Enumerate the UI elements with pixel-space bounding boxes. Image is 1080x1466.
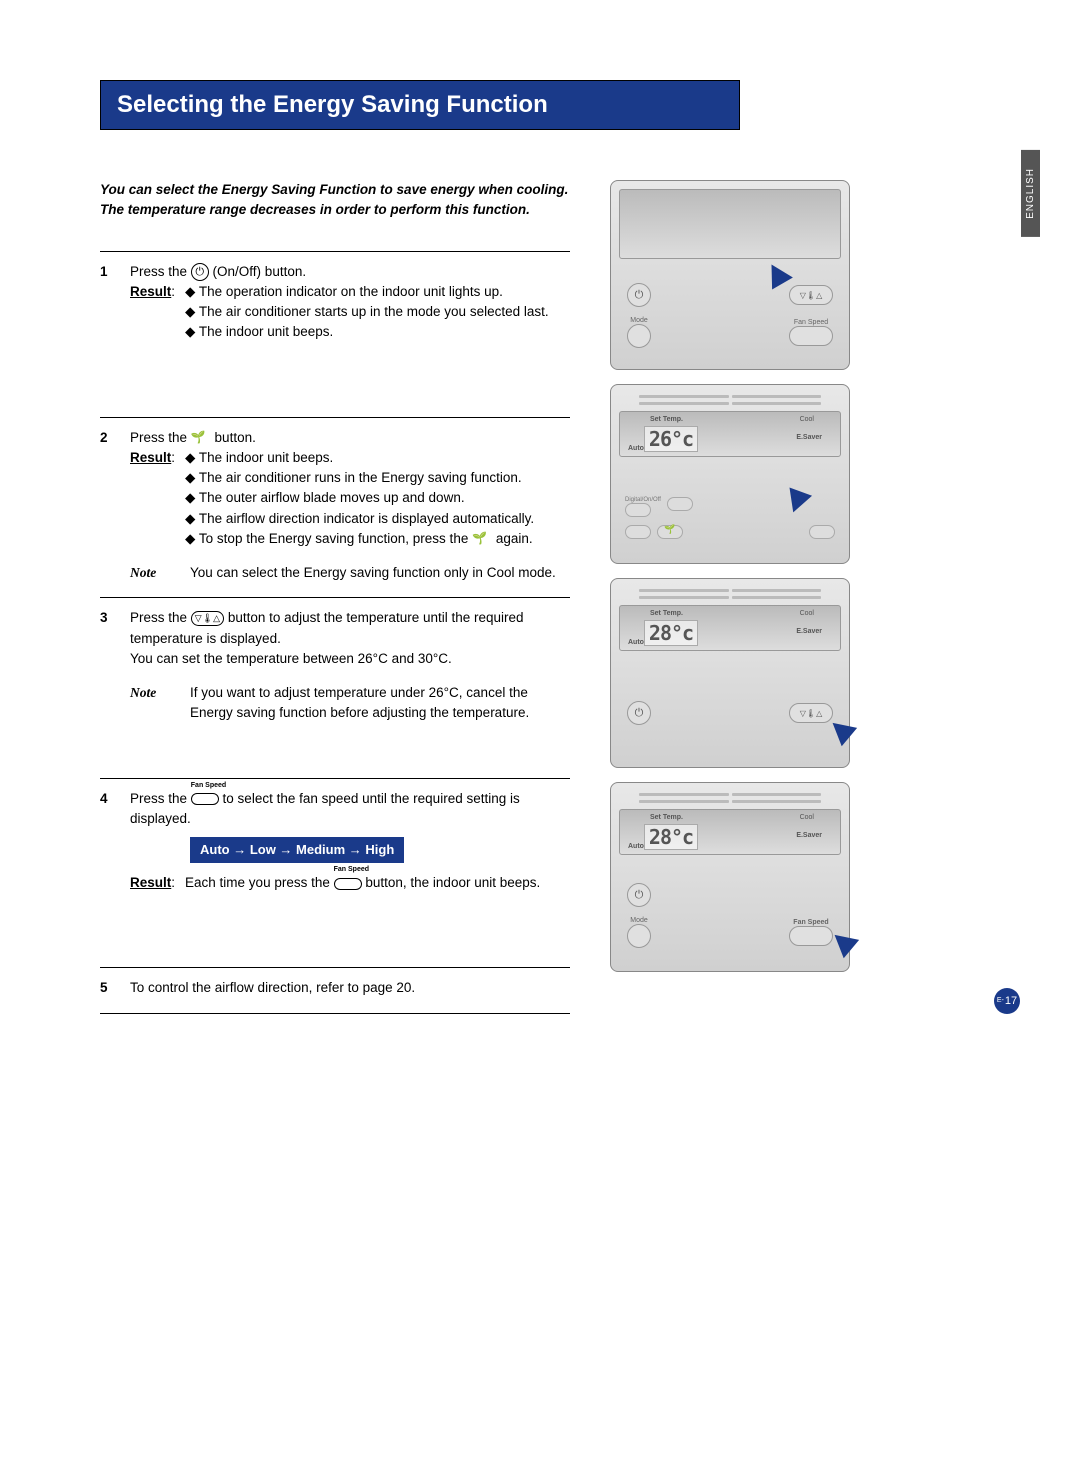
bullet: The airflow direction indicator is displ… <box>185 509 534 529</box>
fanspeed-label: Fan Speed <box>191 781 219 792</box>
fan-speed-sequence: Auto → Low → Medium → High <box>190 837 404 863</box>
step3-text-c: You can set the temperature between 26°C… <box>130 649 570 669</box>
fan-speed-icon <box>191 793 219 805</box>
mode-button-icon <box>627 924 651 948</box>
energy-saving-icon <box>191 431 211 445</box>
cool-label: Cool <box>800 610 814 617</box>
bullet: The indoor unit beeps. <box>185 448 534 468</box>
small-button-icon <box>625 525 651 539</box>
small-button-icon <box>625 503 651 517</box>
fanspeed-button-icon <box>789 326 833 346</box>
step3-text-a: Press the <box>130 610 191 625</box>
esaver-label: E.Saver <box>796 628 822 635</box>
energy-saving-button-icon: 🌱 <box>657 525 683 539</box>
fanspeed-label: Fan Speed <box>334 865 362 876</box>
intro-line2: The temperature range decreases in order… <box>100 202 530 217</box>
step2-text-a: Press the <box>130 430 191 445</box>
intro-line1: You can select the Energy Saving Functio… <box>100 182 568 197</box>
energy-saving-icon <box>472 532 492 546</box>
step-4: 4 Press the Fan Speed to select the fan … <box>100 778 570 968</box>
remote-illustration-3: Set Temp. Cool 28°c E.Saver Auto ⏻ ▽🌡△ <box>610 578 850 768</box>
step1-text-a: Press the <box>130 264 191 279</box>
step-1: 1 Press the (On/Off) button. Result: The… <box>100 251 570 417</box>
mode-label: Mode <box>630 917 648 924</box>
small-button-icon <box>667 497 693 511</box>
remote-illustration-1: ⏻ ▽🌡△ Mode Fan Speed <box>610 180 850 370</box>
bullet: The indoor unit beeps. <box>185 322 549 342</box>
step2-results: The indoor unit beeps. The air condition… <box>185 448 534 549</box>
step-2: 2 Press the button. Result: The indoor u… <box>100 417 570 598</box>
bullet: The operation indicator on the indoor un… <box>185 282 549 302</box>
intro-text: You can select the Energy Saving Functio… <box>100 180 570 221</box>
mode-label: Mode <box>630 317 648 324</box>
step-number: 4 <box>100 789 114 954</box>
small-button-icon <box>809 525 835 539</box>
set-temp-label: Set Temp. <box>650 416 683 423</box>
step4-text-a: Press the <box>130 791 191 806</box>
temp-adjust-icon: ▽🌡△ <box>191 611 224 627</box>
bullet-text-b: again. <box>496 531 533 546</box>
temp-button-icon: ▽🌡△ <box>789 285 833 305</box>
auto-label: Auto <box>628 445 644 452</box>
power-button-icon: ⏻ <box>627 883 651 907</box>
bullet: The air conditioner starts up in the mod… <box>185 302 549 322</box>
result-label: Result <box>130 284 171 299</box>
esaver-label: E.Saver <box>796 434 822 441</box>
power-icon <box>191 263 209 281</box>
step2-text-b: button. <box>215 430 256 445</box>
set-temp-label: Set Temp. <box>650 814 683 821</box>
note-text: If you want to adjust temperature under … <box>190 683 570 724</box>
bullet: To stop the Energy saving function, pres… <box>185 529 534 549</box>
fanspeed-label: Fan Speed <box>794 319 828 326</box>
remote-illustration-2: Set Temp. Cool 26°c E.Saver Auto Digital… <box>610 384 850 564</box>
temp-display: 26°c <box>644 426 698 452</box>
esaver-label: E.Saver <box>796 832 822 839</box>
cool-label: Cool <box>800 416 814 423</box>
bullet-text-a: To stop the Energy saving function, pres… <box>199 531 472 546</box>
step-number: 3 <box>100 608 114 763</box>
result-label: Result <box>130 450 171 465</box>
step-3: 3 Press the ▽🌡△ button to adjust the tem… <box>100 597 570 777</box>
power-button-icon: ⏻ <box>627 701 651 725</box>
step4-result-b: button, the indoor unit beeps. <box>365 875 540 890</box>
page-prefix: E- <box>997 997 1004 1004</box>
temp-display: 28°c <box>644 824 698 850</box>
remote-illustration-4: Set Temp. Cool 28°c E.Saver Auto ⏻ Mode <box>610 782 850 972</box>
auto-label: Auto <box>628 639 644 646</box>
temp-button-icon: ▽🌡△ <box>789 703 833 723</box>
step-number: 1 <box>100 262 114 403</box>
step4-result-a: Each time you press the <box>185 875 334 890</box>
step-number: 2 <box>100 428 114 584</box>
mode-button-icon <box>627 324 651 348</box>
step-5: 5 To control the airflow direction, refe… <box>100 967 570 1013</box>
note-label: Note <box>130 683 180 724</box>
result-label: Result <box>130 875 171 890</box>
step1-results: The operation indicator on the indoor un… <box>185 282 549 343</box>
page-number: E-17 <box>994 988 1020 1014</box>
instructions-column: You can select the Energy Saving Functio… <box>100 180 570 1014</box>
cool-label: Cool <box>800 814 814 821</box>
note-label: Note <box>130 563 180 583</box>
fan-speed-icon <box>334 878 362 890</box>
step-number: 5 <box>100 978 114 998</box>
set-temp-label: Set Temp. <box>650 610 683 617</box>
temp-display: 28°c <box>644 620 698 646</box>
page-title: Selecting the Energy Saving Function <box>100 80 740 130</box>
step1-text-b: (On/Off) button. <box>213 264 307 279</box>
page-num-value: 17 <box>1005 995 1017 1007</box>
auto-label: Auto <box>628 843 644 850</box>
note-text: You can select the Energy saving functio… <box>190 563 556 583</box>
power-button-icon: ⏻ <box>627 283 651 307</box>
illustrations-column: ⏻ ▽🌡△ Mode Fan Speed <box>610 180 850 1014</box>
step5-text: To control the airflow direction, refer … <box>130 980 415 995</box>
digital-label: Digital/On/Off <box>625 497 661 503</box>
bullet: The outer airflow blade moves up and dow… <box>185 488 534 508</box>
bullet: The air conditioner runs in the Energy s… <box>185 468 534 488</box>
fanspeed-label: Fan Speed <box>793 919 828 926</box>
language-tab: ENGLISH <box>1021 150 1040 237</box>
